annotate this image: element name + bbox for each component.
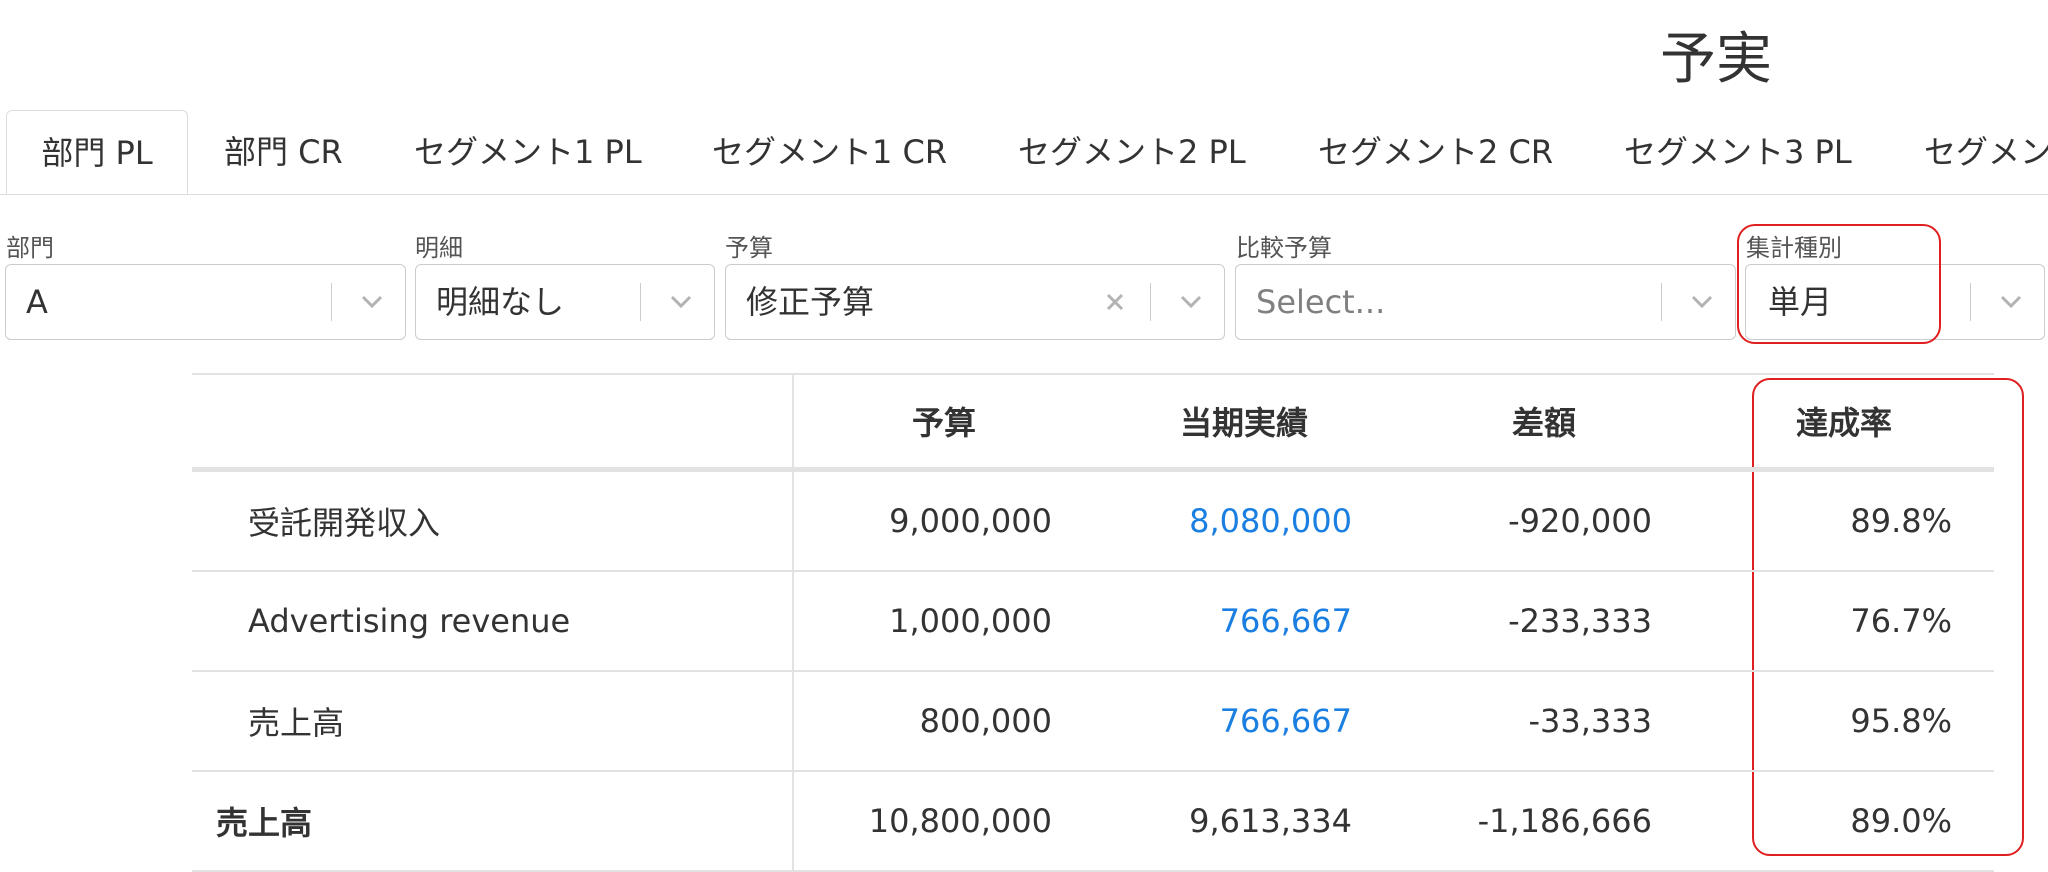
aggregation-label: 集計種別	[1746, 234, 1842, 262]
row-budget: 800,000	[919, 702, 1052, 740]
select-separator	[1970, 283, 1971, 321]
row-diff: -920,000	[1508, 502, 1652, 540]
department-value: A	[26, 283, 48, 321]
total-row-name: 売上高	[216, 804, 313, 842]
tab-segment1-pl[interactable]: セグメント1 PL	[414, 110, 642, 194]
table-row: 売上高 800,000 766,667 -33,333 95.8%	[192, 671, 1994, 772]
row-actual-link[interactable]: 766,667	[1220, 702, 1394, 740]
row-name: 売上高	[248, 704, 345, 742]
tab-segment2-cr[interactable]: セグメント2 CR	[1318, 110, 1553, 194]
budget-actual-table: 予算 当期実績 差額 達成率 受託開発収入 9,000,000 8,080,00…	[192, 373, 1994, 872]
total-row-budget: 10,800,000	[868, 802, 1052, 840]
row-budget: 1,000,000	[889, 602, 1052, 640]
compare-budget-select[interactable]: Select...	[1235, 264, 1736, 340]
aggregation-value: 単月	[1768, 283, 1833, 321]
table-header-row: 予算 当期実績 差額 達成率	[192, 373, 1994, 472]
column-header-name	[192, 373, 794, 472]
department-label: 部門	[6, 234, 54, 262]
column-header-actual: 当期実績	[1094, 373, 1394, 472]
chevron-down-icon[interactable]	[1682, 265, 1722, 339]
total-row-diff: -1,186,666	[1477, 802, 1652, 840]
detail-label: 明細	[415, 234, 463, 262]
row-name: 受託開発収入	[248, 504, 441, 542]
total-row-actual: 9,613,334	[1189, 802, 1352, 840]
budget-select[interactable]: 修正予算	[725, 264, 1225, 340]
compare-budget-label: 比較予算	[1236, 234, 1332, 262]
row-name: Advertising revenue	[248, 602, 571, 640]
column-header-rate: 達成率	[1694, 373, 1994, 472]
column-header-diff: 差額	[1394, 373, 1694, 472]
select-separator	[1661, 283, 1662, 321]
column-header-budget: 予算	[793, 373, 1094, 472]
tab-segment3-pl[interactable]: セグメント3 PL	[1624, 110, 1852, 194]
row-rate: 89.8%	[1850, 502, 1952, 540]
row-budget: 9,000,000	[889, 502, 1052, 540]
row-rate: 95.8%	[1850, 702, 1952, 740]
detail-select[interactable]: 明細なし	[415, 264, 715, 340]
budget-label: 予算	[725, 234, 773, 262]
tab-department-pl[interactable]: 部門 PL	[6, 110, 188, 194]
table-total-row: 売上高 10,800,000 9,613,334 -1,186,666 89.0…	[192, 771, 1994, 872]
row-diff: -233,333	[1508, 602, 1652, 640]
select-separator	[331, 283, 332, 321]
tab-segment1-cr[interactable]: セグメント1 CR	[712, 110, 947, 194]
clear-x-icon[interactable]	[1098, 265, 1132, 339]
detail-value: 明細なし	[436, 283, 565, 321]
compare-budget-placeholder: Select...	[1256, 283, 1386, 321]
aggregation-select[interactable]: 単月	[1745, 264, 2045, 340]
chevron-down-icon[interactable]	[661, 265, 701, 339]
tab-bar: 部門 PL 部門 CR セグメント1 PL セグメント1 CR セグメント2 P…	[0, 110, 2048, 195]
chevron-down-icon[interactable]	[1171, 265, 1211, 339]
select-separator	[640, 283, 641, 321]
row-actual-link[interactable]: 8,080,000	[1189, 502, 1394, 540]
budget-value: 修正予算	[746, 283, 875, 321]
table-row: Advertising revenue 1,000,000 766,667 -2…	[192, 571, 1994, 672]
total-row-rate: 89.0%	[1850, 802, 1952, 840]
table-row: 受託開発収入 9,000,000 8,080,000 -920,000 89.8…	[192, 469, 1994, 572]
chevron-down-icon[interactable]	[1991, 265, 2031, 339]
tab-department-cr[interactable]: 部門 CR	[224, 110, 343, 194]
page-title: 予実	[1660, 27, 1772, 92]
tab-segment3-cr[interactable]: セグメント3 CR	[1924, 110, 2048, 194]
row-actual-link[interactable]: 766,667	[1220, 602, 1394, 640]
row-diff: -33,333	[1528, 702, 1652, 740]
select-separator	[1150, 283, 1151, 321]
department-select[interactable]: A	[5, 264, 406, 340]
chevron-down-icon[interactable]	[352, 265, 392, 339]
row-rate: 76.7%	[1850, 602, 1952, 640]
tab-segment2-pl[interactable]: セグメント2 PL	[1018, 110, 1246, 194]
